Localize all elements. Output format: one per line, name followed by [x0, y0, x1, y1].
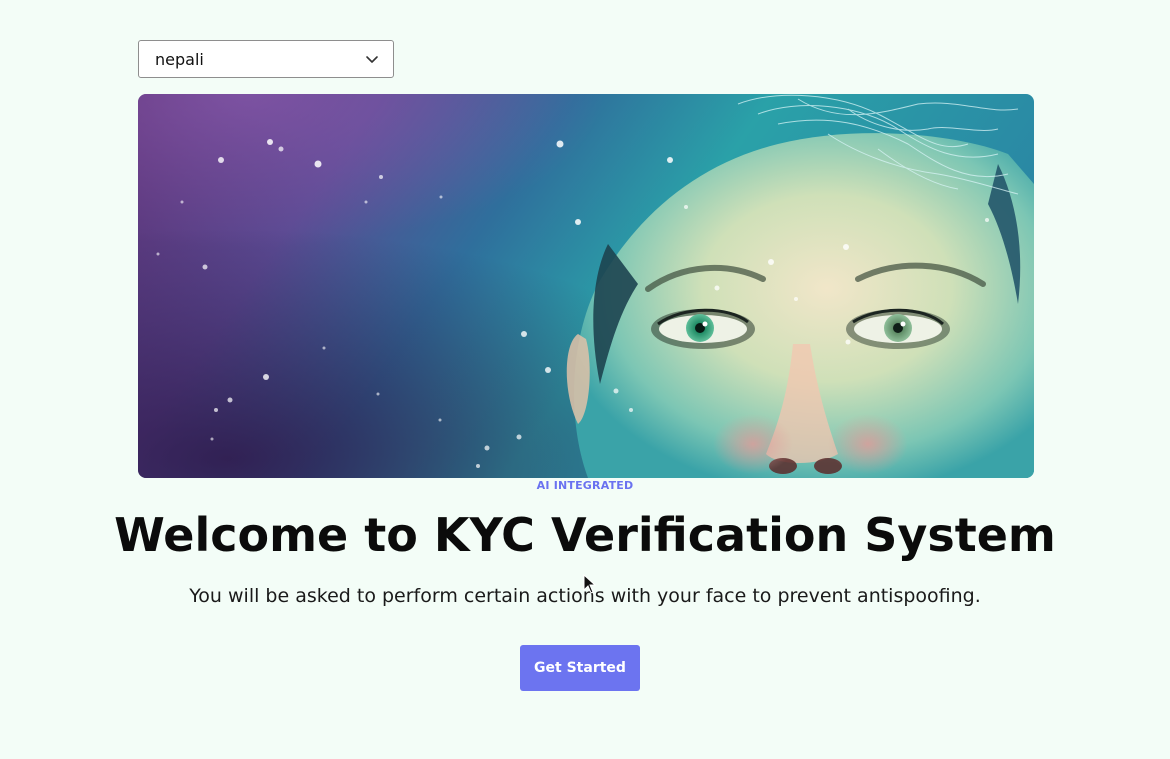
page-title: Welcome to KYC Verification System	[114, 508, 1056, 562]
get-started-button[interactable]: Get Started	[520, 645, 640, 691]
ai-integrated-badge: AI INTEGRATED	[536, 479, 634, 492]
language-select-value: nepali	[155, 49, 204, 69]
language-select[interactable]: nepali	[138, 40, 394, 78]
chevron-down-icon	[366, 56, 378, 63]
mouse-cursor-icon	[583, 574, 597, 594]
hero-image	[138, 94, 1034, 478]
kyc-welcome-page: nepali AI INTEGRATED Welcome to KYC Veri…	[0, 0, 1170, 759]
